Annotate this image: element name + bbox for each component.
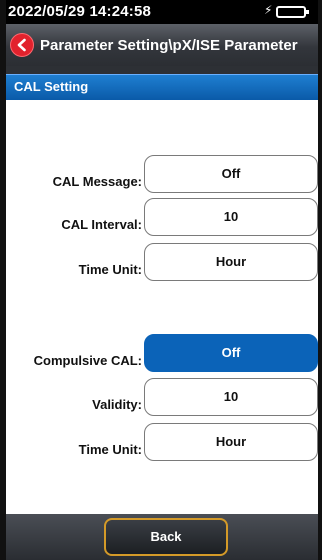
cal-interval-field[interactable]: 10: [144, 198, 318, 236]
battery-icon: [276, 6, 309, 18]
section-title: CAL Setting: [14, 79, 89, 94]
time-unit-label: Time Unit:: [78, 262, 142, 277]
compulsive-cal-label: Compulsive CAL:: [33, 353, 142, 368]
section-header: CAL Setting: [6, 74, 318, 100]
status-bar: 2022/05/29 14:24:58 ⚡: [6, 0, 318, 24]
back-nav-button[interactable]: [10, 33, 34, 57]
page-title: Parameter Setting\pX/ISE Parameter: [40, 37, 298, 54]
validity-label: Validity:: [92, 397, 142, 412]
device-screen: 2022/05/29 14:24:58 ⚡ Parameter Setting\…: [6, 0, 318, 560]
back-button[interactable]: Back: [104, 518, 228, 556]
chevron-left-icon: [17, 38, 26, 52]
cal-message-label: CAL Message:: [52, 174, 142, 189]
settings-panel: CAL Message: Off CAL Interval: 10 Time U…: [6, 100, 318, 514]
cal-interval-label: CAL Interval:: [61, 217, 142, 232]
status-datetime: 2022/05/29 14:24:58: [8, 3, 152, 20]
compulsive-cal-field[interactable]: Off: [144, 334, 318, 372]
header-divider: [6, 66, 318, 74]
validity-time-unit-label: Time Unit:: [78, 442, 142, 457]
time-unit-field[interactable]: Hour: [144, 243, 318, 281]
cal-message-field[interactable]: Off: [144, 155, 318, 193]
validity-time-unit-field[interactable]: Hour: [144, 423, 318, 461]
validity-field[interactable]: 10: [144, 378, 318, 416]
charging-bolt-icon: ⚡: [264, 3, 273, 17]
